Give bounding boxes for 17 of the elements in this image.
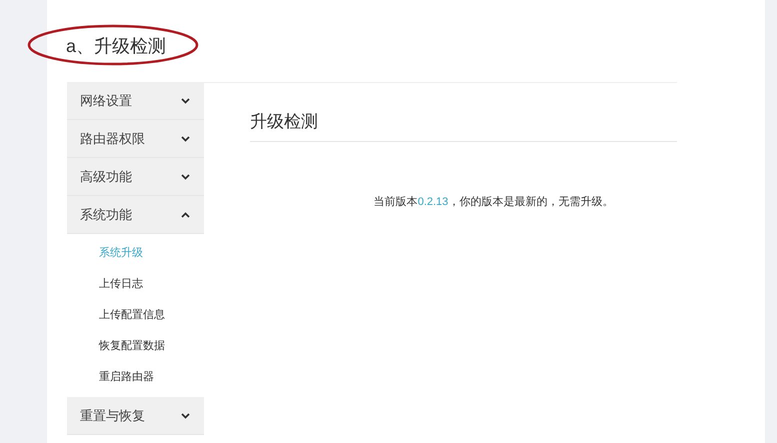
chevron-down-icon <box>181 98 190 104</box>
chevron-down-icon <box>181 412 190 418</box>
page-heading: a、升级检测 <box>66 35 166 58</box>
sidebar-group-header[interactable]: 重置与恢复 <box>67 397 204 435</box>
sidebar-subitem[interactable]: 上传配置信息 <box>67 300 204 331</box>
chevron-down-icon <box>181 174 190 180</box>
sidebar-group-header[interactable]: 高级功能 <box>67 158 204 196</box>
chevron-down-icon <box>181 136 190 142</box>
sidebar-group-header[interactable]: 路由器权限 <box>67 120 204 158</box>
sidebar-subitem[interactable]: 上传日志 <box>67 269 204 300</box>
sidebar-subitem[interactable]: 恢复配置数据 <box>67 331 204 362</box>
status-message: 当前版本0.2.13，你的版本是最新的，无需升级。 <box>374 194 614 210</box>
sidebar-group-header[interactable]: 网络设置 <box>67 82 204 120</box>
panel-title: 升级检测 <box>250 109 677 142</box>
sidebar-group-header[interactable]: 系统功能 <box>67 196 204 234</box>
sidebar-subitem[interactable]: 重启路由器 <box>67 362 204 393</box>
chevron-up-icon <box>181 212 190 218</box>
